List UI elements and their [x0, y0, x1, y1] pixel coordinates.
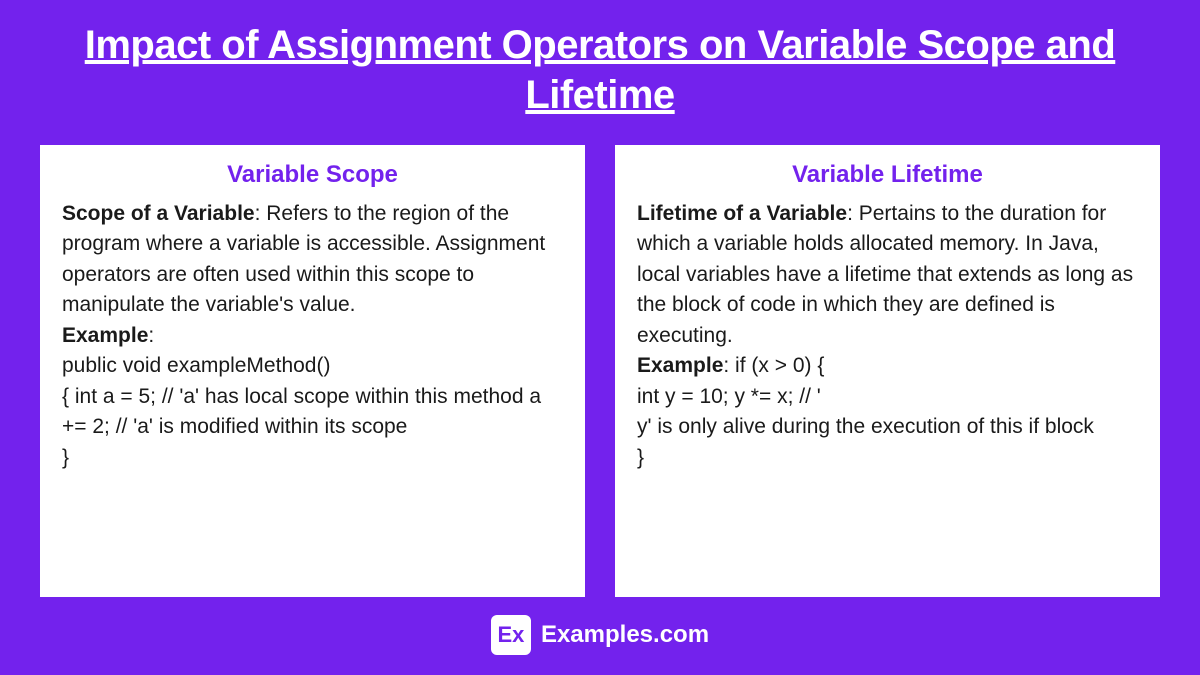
lifetime-def-label: Lifetime of a Variable — [637, 202, 847, 225]
cards-container: Variable Scope Scope of a Variable: Refe… — [40, 145, 1160, 597]
scope-def-label: Scope of a Variable — [62, 202, 255, 225]
logo-icon: Ex — [491, 615, 531, 655]
card-scope-heading: Variable Scope — [62, 161, 563, 189]
lifetime-example-label: Example — [637, 354, 723, 377]
scope-code-line-0: public void exampleMethod() — [62, 354, 330, 377]
card-scope: Variable Scope Scope of a Variable: Refe… — [40, 145, 585, 597]
scope-code-line-1: { int a = 5; // 'a' has local scope with… — [62, 385, 541, 438]
card-lifetime-body: Lifetime of a Variable: Pertains to the … — [637, 199, 1138, 473]
lifetime-code-line-2: } — [637, 446, 644, 469]
lifetime-example-intro: : if (x > 0) { — [723, 354, 824, 377]
footer-text: Examples.com — [541, 621, 709, 649]
card-lifetime-heading: Variable Lifetime — [637, 161, 1138, 189]
scope-example-label: Example — [62, 324, 148, 347]
footer: Ex Examples.com — [491, 615, 709, 655]
card-lifetime: Variable Lifetime Lifetime of a Variable… — [615, 145, 1160, 597]
card-scope-body: Scope of a Variable: Refers to the regio… — [62, 199, 563, 473]
page-title: Impact of Assignment Operators on Variab… — [40, 20, 1160, 120]
lifetime-code-line-0: int y = 10; y *= x; // ' — [637, 385, 821, 408]
scope-code-line-2: } — [62, 446, 69, 469]
scope-example-intro: : — [148, 324, 154, 347]
lifetime-code-line-1: y' is only alive during the execution of… — [637, 415, 1094, 438]
